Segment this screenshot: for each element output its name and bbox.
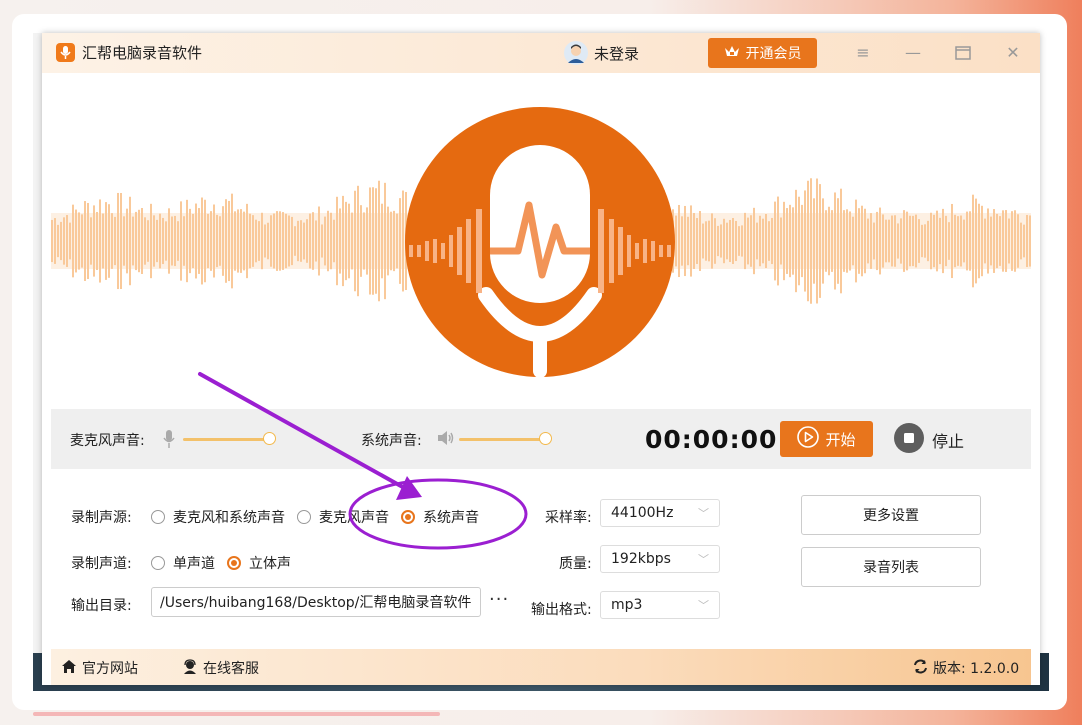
annotation-circle [348, 478, 528, 550]
annotation-arrow [198, 372, 410, 492]
annotation-overlay [198, 372, 528, 550]
